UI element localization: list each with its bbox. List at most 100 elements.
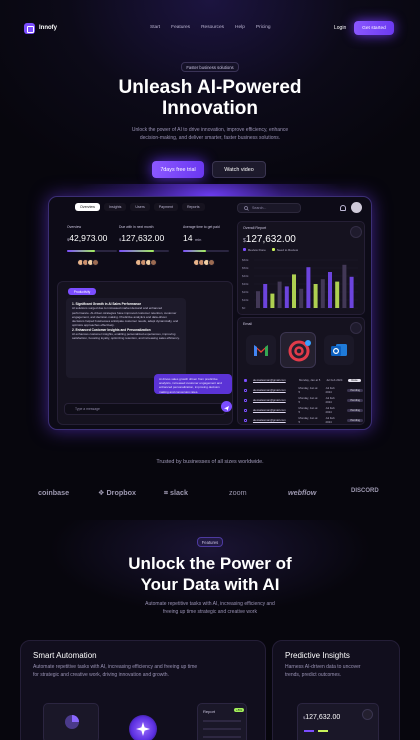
mini-report-widget: Report +5% bbox=[197, 703, 247, 740]
free-trial-button[interactable]: 7days free trial bbox=[152, 161, 204, 178]
email-row[interactable]: alexsalesman@gmail.com Monday, Jan at 5 Ju… bbox=[241, 396, 363, 404]
legend-review-done: Review Done bbox=[243, 248, 266, 252]
features-title-line1: Unlock the Power of bbox=[128, 554, 292, 573]
mini-report-label: Report bbox=[203, 709, 216, 714]
outlook-icon[interactable] bbox=[324, 335, 354, 365]
checkbox[interactable] bbox=[244, 378, 247, 382]
report-bar bbox=[256, 291, 260, 308]
email-date: Jul Feb 2024 bbox=[326, 378, 343, 382]
ai-spark-button[interactable] bbox=[129, 715, 157, 740]
email-row[interactable]: alexsalesman@gmail.com Monday, Jan at 5 Ju… bbox=[241, 416, 363, 424]
coinbase-logo: coinbase bbox=[38, 488, 70, 497]
login-link[interactable]: Login bbox=[334, 25, 346, 31]
report-bar bbox=[328, 272, 332, 308]
report-bar-chart: $60k $50k $40k $30k $20k $10k $0 bbox=[242, 258, 358, 310]
report-bar bbox=[320, 279, 325, 308]
chat-tag-badge: Productivity bbox=[68, 288, 96, 295]
tab-reports[interactable]: Reports bbox=[181, 203, 205, 211]
email-time: Monday, Jan at 5 bbox=[298, 396, 318, 404]
email-date: Jul Feb 2024 bbox=[325, 406, 335, 414]
hero-eyebrow-badge: Faster business solutions bbox=[181, 62, 239, 72]
nav-link-pricing[interactable]: Pricing bbox=[256, 25, 271, 30]
dashboard-search-input[interactable]: Search... bbox=[237, 203, 301, 213]
webflow-logo: webflow bbox=[288, 488, 317, 497]
stat-avatars bbox=[193, 259, 215, 266]
email-expand-button[interactable] bbox=[350, 322, 362, 334]
feature-title: Smart Automation bbox=[33, 651, 97, 660]
y-tick-label: $50k bbox=[242, 266, 249, 270]
email-email: alexsalesman@gmail.com bbox=[253, 378, 286, 382]
email-email: alexsalesman@gmail.com bbox=[252, 388, 286, 392]
tab-payment[interactable]: Payment bbox=[153, 203, 178, 211]
email-email: alexsalesman@gmail.com bbox=[252, 398, 286, 402]
tab-insights[interactable]: Insights bbox=[103, 203, 127, 211]
checkbox[interactable] bbox=[244, 418, 247, 422]
dashboard-tabs: Overview Insights Users Payment Reports bbox=[75, 203, 205, 211]
report-bar bbox=[263, 284, 268, 308]
email-card: Email alexsalesman@gmail.com Monday, Jan … bbox=[237, 317, 365, 425]
stat-label: Overview bbox=[67, 225, 82, 229]
report-title: Overall Report bbox=[243, 226, 267, 230]
stat-progress bbox=[67, 250, 117, 252]
ai-response-message: 1. Significant Growth in AI Sales Perfor… bbox=[66, 298, 186, 378]
slack-logo: ⌗ slack bbox=[164, 488, 189, 497]
search-icon bbox=[244, 205, 249, 211]
y-tick-label: $60k bbox=[242, 258, 249, 262]
report-bar bbox=[342, 264, 347, 308]
bell-icon[interactable] bbox=[340, 205, 346, 211]
feature-title: Predictive Insights bbox=[285, 651, 350, 660]
nav-link-start[interactable]: Start bbox=[150, 25, 160, 30]
pie-chart-icon bbox=[65, 715, 79, 729]
watch-video-button[interactable]: Watch video bbox=[212, 161, 266, 178]
chat-input[interactable]: Type a message bbox=[64, 403, 226, 415]
get-started-button[interactable]: Get started bbox=[354, 21, 394, 35]
checkbox[interactable] bbox=[244, 398, 247, 402]
feature-card-predictive-insights: Predictive Insights Harness AI-driven da… bbox=[272, 640, 400, 740]
nav-link-resources[interactable]: Resources bbox=[201, 25, 224, 30]
nav-link-features[interactable]: Features bbox=[171, 25, 190, 30]
nav-link-help[interactable]: Help bbox=[235, 25, 245, 30]
report-bar bbox=[306, 267, 311, 308]
mail-at-icon[interactable] bbox=[280, 332, 316, 368]
response-body-1: AI solutions surged due to increased mar… bbox=[72, 306, 179, 328]
brand-logo-icon bbox=[24, 22, 35, 34]
hero-title-line1: Unleash AI-Powered bbox=[118, 77, 302, 98]
checkbox[interactable] bbox=[244, 408, 247, 412]
stat-avatars bbox=[135, 259, 157, 266]
send-button[interactable] bbox=[221, 401, 232, 412]
status-badge: Pending bbox=[347, 388, 363, 392]
features-subtitle-line2: freeing up time strategic and creative w… bbox=[163, 609, 257, 615]
report-bar bbox=[349, 276, 354, 308]
user-avatar[interactable] bbox=[351, 202, 362, 213]
status-badge: Pending bbox=[347, 408, 363, 412]
brand-logos-row: coinbase ❖ Dropbox ⌗ slack zoom webflow … bbox=[0, 488, 420, 500]
report-bar bbox=[284, 286, 289, 308]
hero-subtitle-line1: Unlock the power of AI to drive innovati… bbox=[131, 127, 289, 133]
email-row[interactable]: alexsalesman@gmail.com Monday, Jan at 5 Ju… bbox=[241, 386, 363, 394]
report-bar bbox=[313, 284, 318, 308]
hero-subtitle-line2: decision-making, and deliver smarter, fa… bbox=[139, 135, 281, 141]
email-time: Monday, Jan at 5 bbox=[298, 406, 318, 414]
email-row[interactable]: alexsalesman@gmail.com Monday, Jan at 5 Ju… bbox=[241, 406, 363, 414]
email-time: Monday, Jan at 5 bbox=[298, 416, 318, 424]
email-time: Monday, Jan at 5 bbox=[298, 386, 318, 394]
tab-overview[interactable]: Overview bbox=[75, 203, 100, 211]
features-title-line2: Your Data with AI bbox=[140, 575, 280, 594]
features-badge: Features bbox=[197, 537, 223, 547]
report-bar bbox=[270, 293, 275, 308]
tab-users[interactable]: Users bbox=[130, 203, 150, 211]
brand-logo[interactable]: Innofy bbox=[24, 22, 57, 34]
zoom-logo: zoom bbox=[229, 488, 247, 497]
gmail-icon[interactable] bbox=[246, 335, 276, 365]
feature-description: Harness AI-driven data to uncover trends,… bbox=[285, 664, 361, 678]
y-tick-label: $10k bbox=[242, 298, 249, 302]
checkbox[interactable] bbox=[244, 388, 247, 392]
report-expand-button[interactable] bbox=[350, 226, 362, 238]
y-tick-label: $30k bbox=[242, 282, 249, 286]
email-date: Jul Feb 2024 bbox=[325, 396, 335, 404]
email-row[interactable]: alexsalesman@gmail.com Monday, Jan at 5 Ju… bbox=[241, 376, 363, 384]
mini-expand-button[interactable] bbox=[362, 709, 373, 720]
stat-value: $127,632.00 bbox=[119, 233, 165, 243]
report-bar bbox=[292, 274, 296, 308]
stat-value: 14 min bbox=[183, 233, 202, 243]
